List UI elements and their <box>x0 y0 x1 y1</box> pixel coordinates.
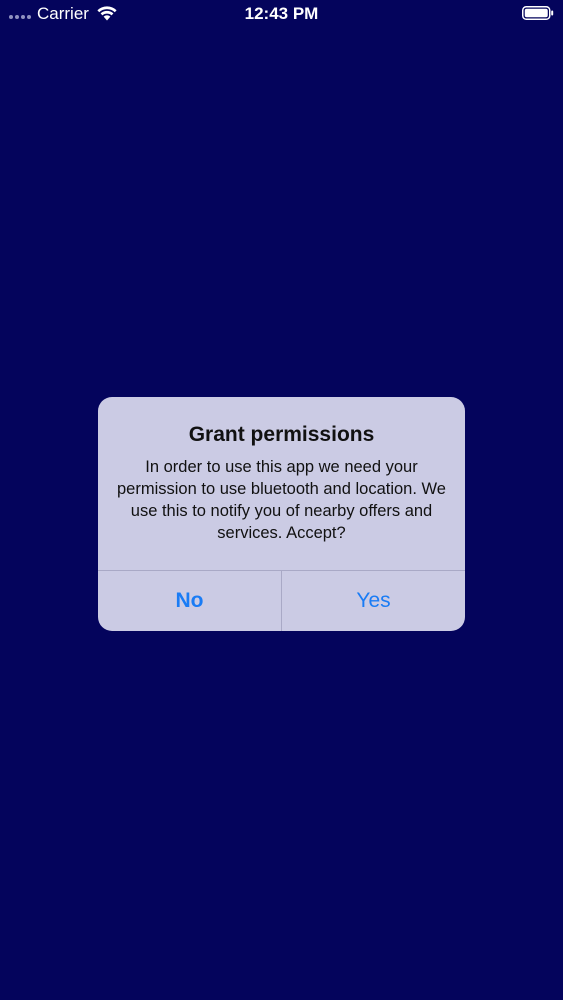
yes-button[interactable]: Yes <box>282 571 465 631</box>
battery-icon <box>522 6 554 20</box>
dialog-title: Grant permissions <box>188 423 375 446</box>
no-button[interactable]: No <box>98 571 281 631</box>
clock: 12:43 PM <box>244 4 319 23</box>
permission-alert-dialog: Grant permissions In order to use this a… <box>98 397 465 631</box>
status-bar: Carrier 12:43 PM <box>0 0 563 30</box>
dialog-message: In order to use this app we need your pe… <box>117 458 446 542</box>
